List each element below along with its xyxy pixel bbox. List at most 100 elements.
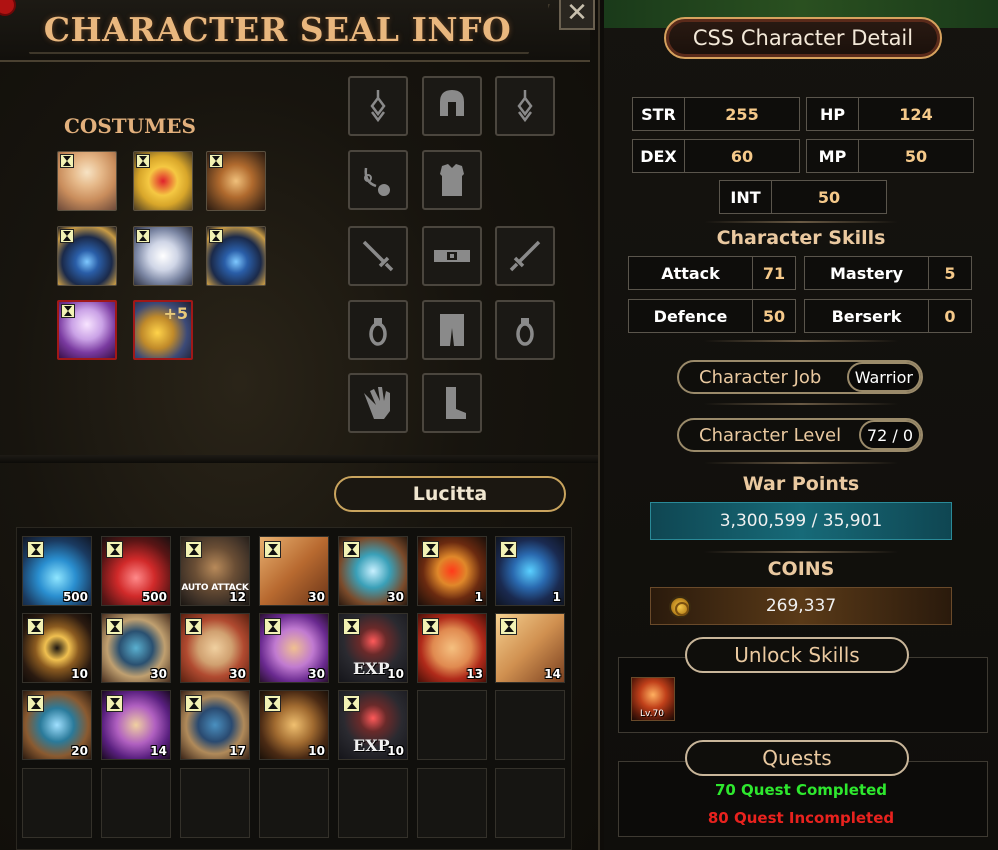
inventory-slot[interactable]: 500	[101, 536, 171, 606]
hourglass-icon	[60, 229, 74, 243]
character-name-bar: Lucitta	[334, 476, 566, 512]
item-count: 17	[229, 744, 246, 758]
equip-slot-weapon-right[interactable]	[495, 226, 555, 286]
earring-icon	[370, 90, 386, 123]
skill-value: 50	[762, 306, 786, 326]
equip-slot-helmet[interactable]	[422, 76, 482, 136]
unlock-skills-title: Unlock Skills	[685, 637, 909, 673]
war-points-bar: 3,300,599 / 35,901	[650, 502, 952, 540]
costume-slot-medal[interactable]: +5	[133, 300, 193, 360]
ring-icon	[516, 318, 534, 346]
divider-line	[704, 340, 898, 342]
costumes-label: COSTUMES	[64, 114, 196, 138]
stat-label: HP	[807, 98, 859, 130]
equip-slot-necklace[interactable]	[348, 150, 408, 210]
boot-icon	[446, 387, 466, 419]
item-count: 500	[141, 590, 167, 604]
stat-label: MP	[807, 140, 859, 172]
inventory-slot[interactable]: AUTO ATTACK 12	[180, 536, 250, 606]
unlocked-skill-icon[interactable]: Lv.70	[631, 677, 675, 721]
item-count: 14	[150, 744, 167, 758]
skill-berserk: Berserk 0	[804, 299, 972, 333]
equip-slot-gloves[interactable]	[348, 373, 408, 433]
inventory-slot[interactable]: 10	[259, 690, 329, 760]
costume-slot-blue-gauntlet[interactable]	[57, 226, 117, 286]
panel-title: CHARACTER SEAL INFO	[43, 10, 512, 49]
character-seal-info-panel: CHARACTER SEAL INFO ✕ COSTUMES +5 Lucitt…	[0, 0, 600, 850]
inventory-slot[interactable]: 1	[495, 536, 565, 606]
inventory-slot[interactable]: 14	[101, 690, 171, 760]
hourglass-icon	[27, 541, 44, 558]
inventory-slot-empty[interactable]	[495, 690, 565, 760]
hourglass-icon	[343, 618, 360, 635]
belt-icon	[434, 250, 470, 262]
inventory-slot-empty[interactable]	[180, 768, 250, 838]
character-detail-panel: CSS Character Detail STR 255 HP 124 DEX …	[604, 0, 998, 850]
sword-icon	[362, 240, 394, 272]
equip-slot-earring-right[interactable]	[495, 76, 555, 136]
equip-slot-weapon-left[interactable]	[348, 226, 408, 286]
war-points-label: War Points	[742, 473, 860, 495]
sword-icon	[509, 240, 541, 272]
inventory-slot[interactable]: EXP 10	[338, 690, 408, 760]
costume-slot-emblem[interactable]	[206, 151, 266, 211]
earring-icon	[517, 90, 533, 123]
inventory-slot[interactable]: 17	[180, 690, 250, 760]
skill-mastery: Mastery 5	[804, 256, 972, 290]
equip-slot-ring-right[interactable]	[495, 300, 555, 360]
coins-label: COINS	[767, 558, 835, 580]
close-button[interactable]: ✕	[559, 0, 595, 30]
hourglass-icon	[500, 618, 517, 635]
divider-line	[704, 403, 898, 405]
inventory-slot[interactable]: 500	[22, 536, 92, 606]
inventory-slot-empty[interactable]	[338, 768, 408, 838]
hourglass-icon	[185, 695, 202, 712]
inventory-slot-empty[interactable]	[259, 768, 329, 838]
inventory-slot[interactable]: 30	[259, 536, 329, 606]
inventory-slot[interactable]: 14	[495, 613, 565, 683]
divider-line	[704, 221, 898, 223]
inventory-slot[interactable]: 13	[417, 613, 487, 683]
inventory-slot[interactable]: 30	[338, 536, 408, 606]
skill-label: Berserk	[805, 300, 929, 332]
equip-slot-earring-left[interactable]	[348, 76, 408, 136]
item-count: 500	[62, 590, 88, 604]
inventory-slot[interactable]: 20	[22, 690, 92, 760]
title-bar: CHARACTER SEAL INFO	[0, 0, 590, 62]
inventory-slot[interactable]: 30	[101, 613, 171, 683]
inventory-slot[interactable]: 1	[417, 536, 487, 606]
inventory-slot-empty[interactable]	[22, 768, 92, 838]
item-count: 30	[150, 667, 167, 681]
inventory-slot[interactable]: 30	[259, 613, 329, 683]
costume-slot-blue-gauntlet-2[interactable]	[206, 226, 266, 286]
quests-completed: 70 Quest Completed	[714, 781, 888, 799]
costume-slot-fairy[interactable]	[57, 151, 117, 211]
skill-label: Attack	[629, 257, 753, 289]
inventory-slot[interactable]: 30	[180, 613, 250, 683]
stat-value: 255	[725, 104, 759, 124]
inventory-slot-empty[interactable]	[495, 768, 565, 838]
equip-slot-boots[interactable]	[422, 373, 482, 433]
inventory-slot-empty[interactable]	[417, 690, 487, 760]
inventory-slot-empty[interactable]	[101, 768, 171, 838]
quests-incompleted: 80 Quest Incompleted	[707, 809, 895, 827]
costume-slot-purple-angel[interactable]	[57, 300, 117, 360]
costume-slot-wings[interactable]	[133, 226, 193, 286]
equip-slot-armor[interactable]	[422, 150, 482, 210]
hourglass-icon	[264, 695, 281, 712]
inventory-slot[interactable]: EXP 10	[338, 613, 408, 683]
skill-defence: Defence 50	[628, 299, 796, 333]
inventory-slot[interactable]: 10	[22, 613, 92, 683]
equip-slot-pants[interactable]	[422, 300, 482, 360]
skill-value: 5	[944, 263, 956, 283]
costume-slot-golden-armor[interactable]	[133, 151, 193, 211]
equip-slot-ring-left[interactable]	[348, 300, 408, 360]
equip-slot-belt[interactable]	[422, 226, 482, 286]
item-count: 10	[308, 744, 325, 758]
hourglass-icon	[185, 541, 202, 558]
inventory-slot-empty[interactable]	[417, 768, 487, 838]
hourglass-icon	[106, 695, 123, 712]
hourglass-icon	[106, 618, 123, 635]
hourglass-icon	[343, 541, 360, 558]
item-count: 30	[308, 667, 325, 681]
